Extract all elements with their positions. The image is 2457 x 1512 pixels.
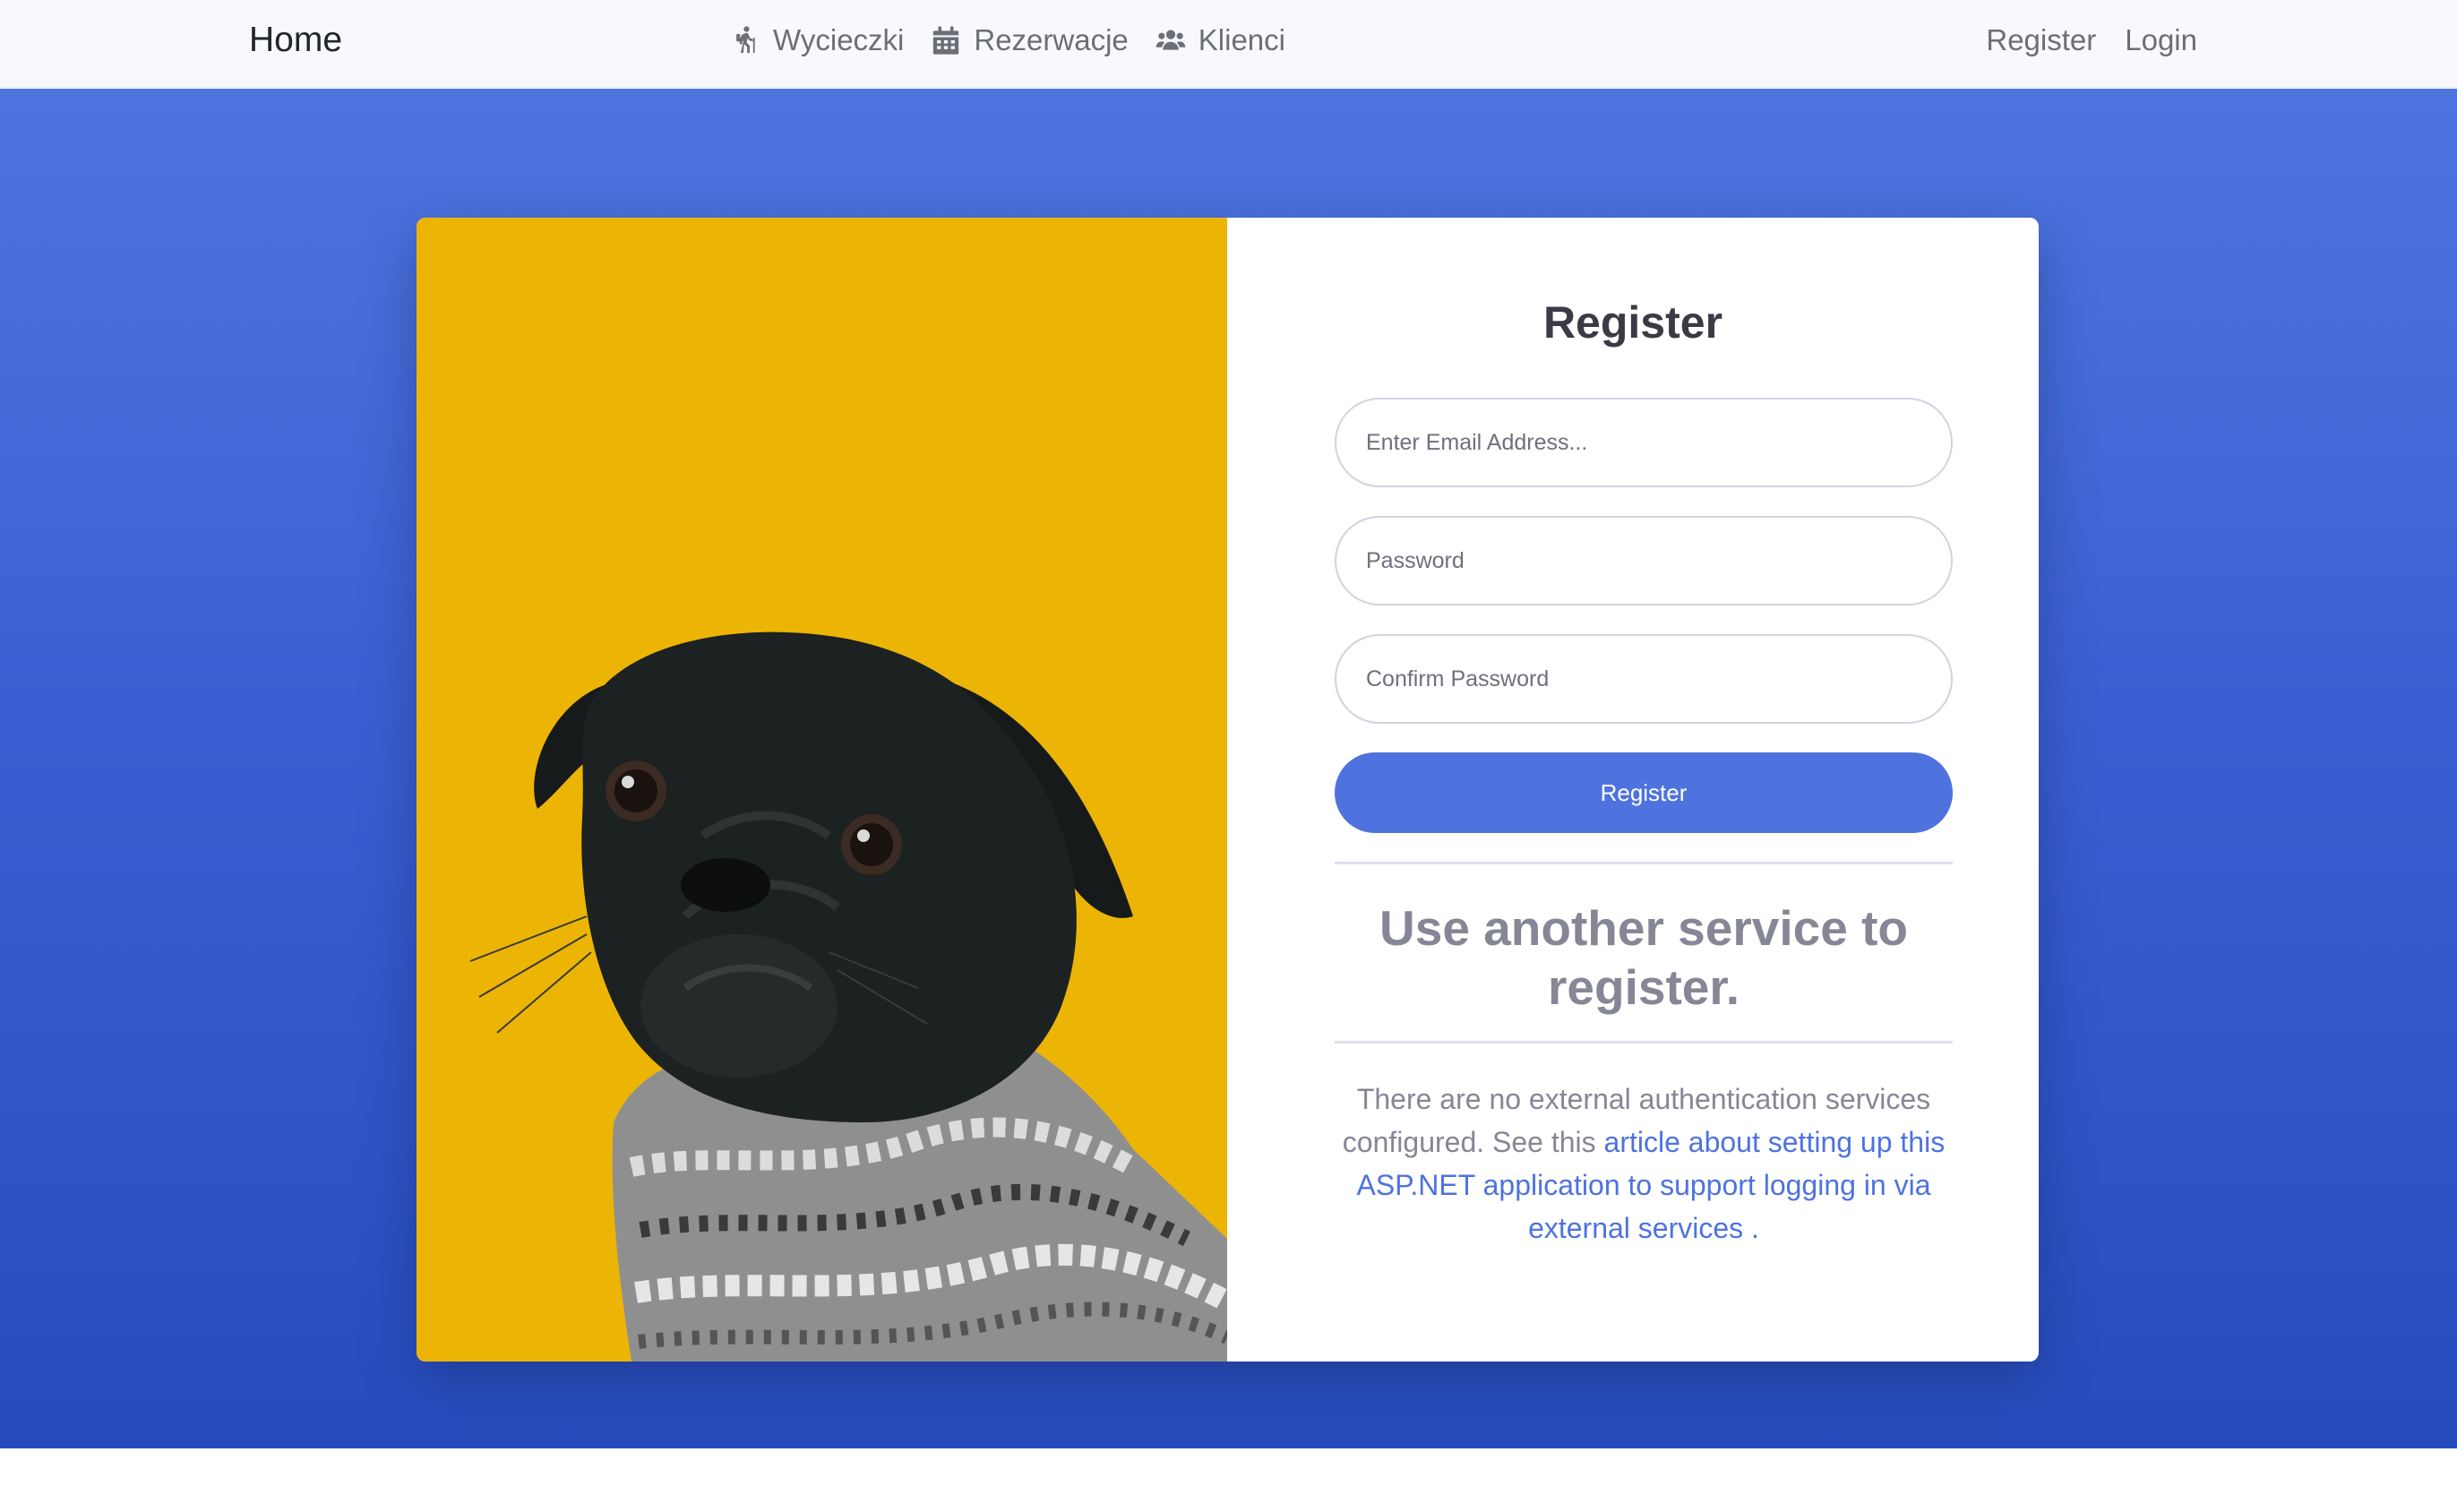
register-form-panel: Register Register Use another service to… xyxy=(1227,218,2039,1362)
divider xyxy=(1335,862,1953,864)
external-auth-article-link-period[interactable]: . xyxy=(1751,1212,1759,1244)
email-input[interactable] xyxy=(1335,398,1953,487)
calendar-icon xyxy=(933,26,959,55)
external-login-title: Use another service to register. xyxy=(1379,900,1908,1015)
register-button[interactable]: Register xyxy=(1335,752,1953,833)
nav-item-label: Wycieczki xyxy=(773,23,905,56)
account-nav: Register Login xyxy=(1986,0,2197,81)
form-title: Register xyxy=(1542,297,1723,348)
nav-item-label: Klienci xyxy=(1198,23,1285,56)
external-services-info: There are no external authentication ser… xyxy=(1330,1078,1957,1250)
divider xyxy=(1335,1041,1953,1044)
confirm-password-input[interactable] xyxy=(1335,634,1953,724)
nav-item-wycieczki[interactable]: Wycieczki xyxy=(730,23,904,57)
users-icon xyxy=(1155,30,1186,50)
hero-background: Register Register Use another service to… xyxy=(0,89,2457,1448)
nav-item-label: Rezerwacje xyxy=(974,23,1129,56)
password-input[interactable] xyxy=(1335,516,1953,606)
register-card: Register Register Use another service to… xyxy=(417,218,2039,1362)
login-link[interactable]: Login xyxy=(2125,23,2197,57)
nav-item-klienci[interactable]: Klienci xyxy=(1155,23,1285,57)
main-nav: Wycieczki Rezerwacje Klienci xyxy=(730,0,1312,81)
pug-illustration xyxy=(469,631,1227,1362)
hiking-icon xyxy=(736,26,755,54)
brand-home-link[interactable]: Home xyxy=(249,0,342,88)
register-link[interactable]: Register xyxy=(1986,23,2096,57)
top-navbar: Home Wycieczki Rezerwacje Klienci Regist… xyxy=(0,0,2457,88)
nav-item-rezerwacje[interactable]: Rezerwacje xyxy=(931,23,1129,57)
pug-photo xyxy=(417,218,1227,1362)
